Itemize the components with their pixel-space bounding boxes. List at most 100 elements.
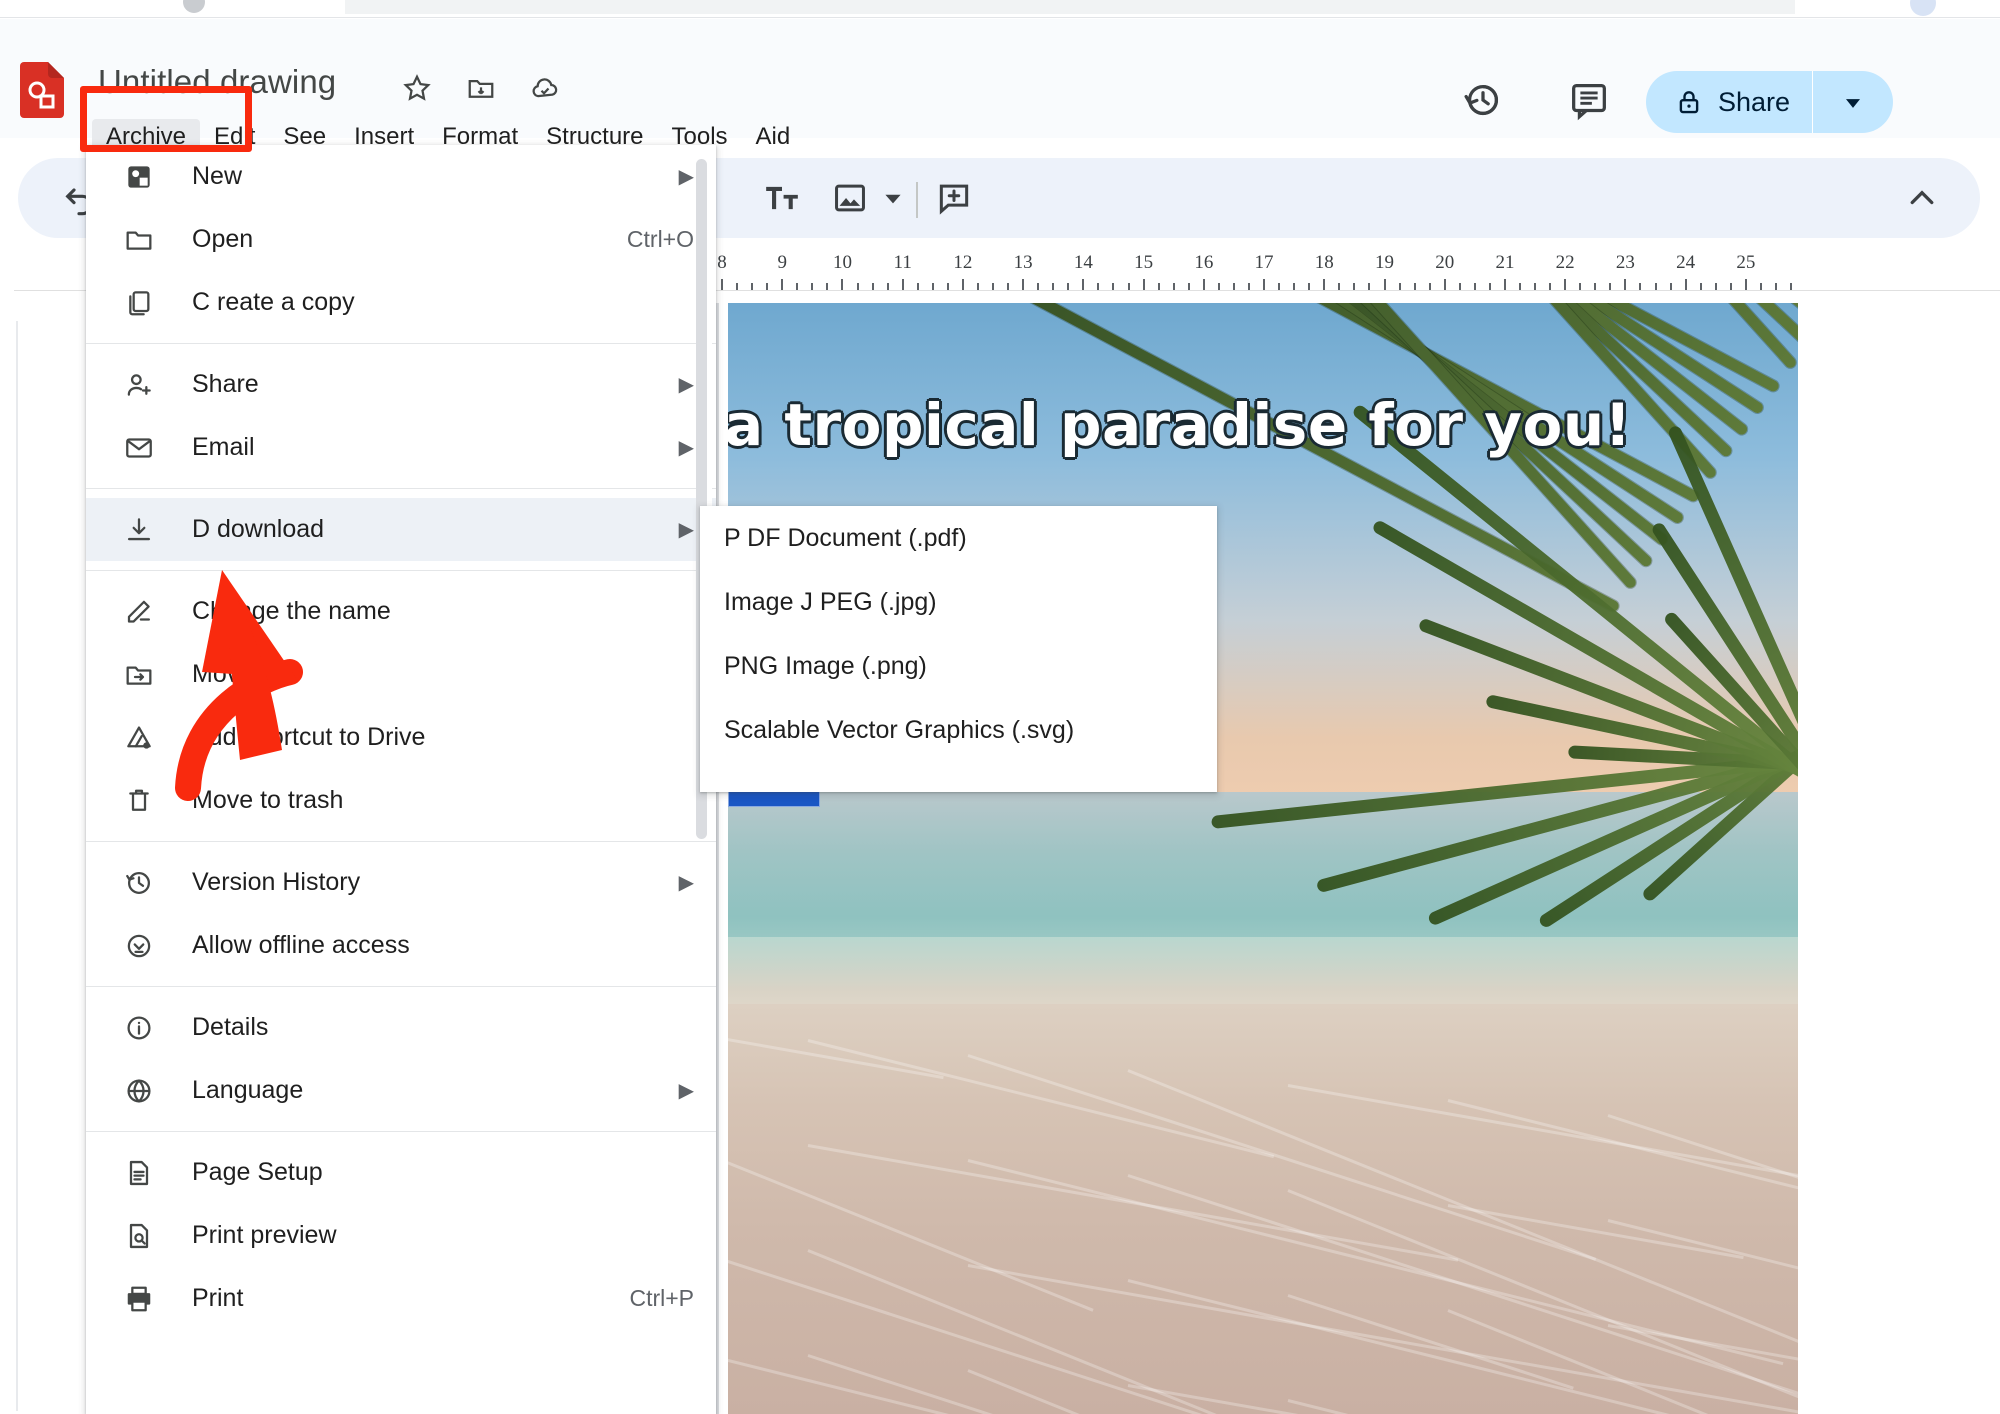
new-document-icon [122, 160, 156, 194]
ruler-tick-minor [1037, 283, 1040, 290]
menu-item-version-history[interactable]: Version History ▶ [86, 851, 716, 914]
ruler-tick-major [841, 279, 844, 290]
menu-item-add-shortcut-to-drive[interactable]: Add shortcut to Drive [86, 706, 716, 769]
browser-tab[interactable] [345, 0, 1795, 14]
browser-profile-avatar[interactable] [1910, 0, 1936, 16]
ruler-label: 15 [1134, 252, 1154, 273]
archive-menu-panel[interactable]: New ▶ Open Ctrl+O C reate a copy Share ▶ Email ▶… [86, 145, 716, 1414]
menu-item-label: Mover [192, 660, 262, 688]
share-dropdown-button[interactable] [1813, 71, 1893, 133]
menu-item-allow-offline-access[interactable]: Allow offline access [86, 914, 716, 977]
menu-item-move-to-trash[interactable]: Move to trash [86, 769, 716, 832]
sand-texture-line [728, 1023, 944, 1079]
menu-item-page-setup[interactable]: Page Setup [86, 1141, 716, 1204]
download-submenu[interactable]: P DF Document (.pdf) Image J PEG (.jpg) … [700, 506, 1217, 792]
share-button[interactable]: Share [1646, 71, 1894, 133]
lock-icon [1674, 87, 1704, 117]
menu-aid[interactable]: Aid [742, 119, 805, 155]
menu-separator [86, 343, 716, 344]
ruler-tick-minor [796, 283, 799, 290]
download-icon [122, 513, 156, 547]
app-header: Untitled drawing Archive Edit See Insert… [0, 19, 2000, 155]
palm-frond [1239, 303, 1798, 327]
version-history-icon[interactable] [1460, 77, 1506, 123]
ruler-tick-minor [736, 283, 739, 290]
text-format-icon[interactable] [758, 174, 806, 222]
download-svg-item[interactable]: Scalable Vector Graphics (.svg) [700, 698, 1217, 762]
menu-item-mover[interactable]: Mover [86, 643, 716, 706]
ruler-tick-minor [931, 283, 934, 290]
share-label: Share [1718, 86, 1791, 117]
download-pdf-item[interactable]: P DF Document (.pdf) [700, 506, 1217, 570]
download-png-item[interactable]: PNG Image (.png) [700, 634, 1217, 698]
add-comment-icon[interactable] [930, 174, 978, 222]
ruler-tick-minor [1127, 283, 1130, 290]
archive-menu-list: New ▶ Open Ctrl+O C reate a copy Share ▶ Email ▶… [86, 145, 716, 1414]
beach-photo[interactable] [728, 303, 1798, 1414]
drawing-page[interactable]: a tropical paradise for you! [728, 303, 1798, 1414]
menu-item-label: Print [192, 1284, 244, 1312]
sand-texture-line [1447, 1203, 1744, 1259]
menu-item-change-the-name[interactable]: Change the name [86, 580, 716, 643]
share-button-main[interactable]: Share [1646, 71, 1812, 133]
menu-separator [86, 1131, 716, 1132]
comment-icon[interactable] [1566, 77, 1612, 123]
ruler-tick-minor [1639, 283, 1642, 290]
menu-item-label: Allow offline access [192, 931, 410, 959]
menu-item-details[interactable]: Details [86, 996, 716, 1059]
ruler-tick-minor [1519, 283, 1521, 290]
menu-separator [86, 986, 716, 987]
menu-item-print[interactable]: Print Ctrl+P [86, 1267, 716, 1330]
ruler-tick-minor [1293, 283, 1296, 290]
image-icon[interactable] [826, 174, 874, 222]
browser-chrome-strip [0, 0, 2000, 18]
menu-item-print-preview[interactable]: Print preview [86, 1204, 716, 1267]
menu-item-c-reate-a-copy[interactable]: C reate a copy [86, 271, 716, 334]
menu-item-share[interactable]: Share ▶ [86, 353, 716, 416]
ruler-tick-major [1744, 279, 1747, 290]
submenu-arrow-icon: ▶ [678, 1080, 694, 1102]
menu-item-language[interactable]: Language ▶ [86, 1059, 716, 1122]
ruler-tick-minor [1759, 283, 1762, 290]
horizontal-ruler[interactable]: 8 9 10 11 12 13 14 15 16 17 18 19 20 21 22 23 24 25 [700, 252, 1800, 290]
copy-icon [122, 286, 156, 320]
download-jpg-item[interactable]: Image J PEG (.jpg) [700, 570, 1217, 634]
ruler-tick-minor [1534, 283, 1537, 290]
canvas-left-guide [16, 321, 18, 1411]
ruler-tick-major [1624, 279, 1627, 290]
submenu-arrow-icon: ▶ [678, 872, 694, 894]
menu-item-email[interactable]: Email ▶ [86, 416, 716, 479]
move-to-folder-icon[interactable] [466, 73, 496, 103]
ruler-label: 18 [1314, 252, 1334, 273]
menu-item-label: Print preview [192, 1221, 337, 1249]
headline-text[interactable]: a tropical paradise for you! [728, 391, 1794, 459]
ruler-tick-major [781, 279, 784, 290]
menu-item-new[interactable]: New ▶ [86, 145, 716, 208]
image-dropdown-caret-icon[interactable] [876, 174, 910, 222]
ruler-tick-major [1263, 279, 1266, 290]
ruler-tick-major [961, 279, 964, 290]
cloud-saved-icon[interactable] [530, 73, 560, 103]
sand-texture-line [728, 1338, 1464, 1414]
ruler-tick-major [721, 279, 723, 290]
ruler-tick-minor [1488, 283, 1491, 290]
ruler-tick-minor [946, 283, 949, 290]
ruler-tick-major [1142, 279, 1145, 290]
star-icon[interactable] [402, 73, 432, 103]
ruler-label: 10 [832, 252, 852, 273]
ruler-tick-minor [1654, 283, 1657, 290]
menu-item-d-download[interactable]: D download ▶ [86, 498, 716, 561]
toolbar-divider [916, 182, 918, 218]
ruler-tick-major [1323, 279, 1326, 290]
ruler-tick-minor [1007, 283, 1010, 290]
document-title[interactable]: Untitled drawing [98, 63, 336, 101]
ruler-tick-minor [1714, 283, 1717, 290]
menu-item-open[interactable]: Open Ctrl+O [86, 208, 716, 271]
ruler-label: 22 [1555, 252, 1575, 273]
ruler-label: 17 [1254, 252, 1274, 273]
ruler-tick-minor [1458, 283, 1461, 290]
menu-item-label: Add shortcut to Drive [192, 723, 426, 751]
ruler-tick-minor [751, 283, 754, 290]
collapse-toolbar-icon[interactable] [1898, 174, 1946, 222]
ruler-label: 11 [893, 252, 912, 273]
